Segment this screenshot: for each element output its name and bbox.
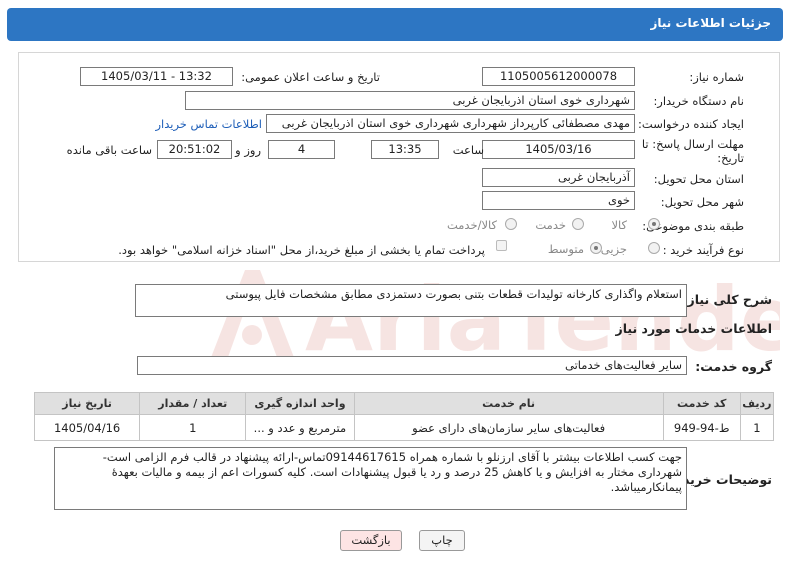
print-button[interactable]: چاپ (419, 530, 465, 551)
col-code: کد خدمت (662, 392, 741, 415)
process-label: نوع فرآیند خرید : (662, 243, 744, 257)
city-field: خوی (482, 191, 635, 210)
deadline-time-label: ساعت (452, 143, 484, 157)
days-label: روز و (235, 143, 261, 157)
deadline-time-field: 13:35 (371, 140, 439, 159)
province-label: استان محل تحویل: (653, 172, 744, 186)
category-radio-goods-service[interactable] (505, 218, 517, 230)
cell-code: ط-94-949 (662, 414, 741, 441)
process-radio-minor[interactable] (648, 242, 660, 254)
process-option-minor: جزیی (600, 242, 627, 256)
days-field: 4 (268, 140, 335, 159)
contact-buyer-link[interactable]: اطلاعات تماس خریدار (155, 117, 262, 131)
deadline-label-2: تاریخ: (717, 151, 744, 165)
page-header: جزئیات اطلاعات نیاز (7, 8, 783, 41)
services-table: ردیف کد خدمت نام خدمت واحد اندازه گیری ت… (33, 392, 775, 441)
treasury-checkbox[interactable] (496, 240, 507, 251)
table-header-row: ردیف کد خدمت نام خدمت واحد اندازه گیری ت… (33, 392, 775, 415)
province-field: آذربایجان غربی (482, 168, 635, 187)
buyer-notes-textarea: جهت کسب اطلاعات بیشتر با آقای ارزنلو با … (54, 447, 687, 510)
process-option-medium: متوسط (547, 242, 584, 256)
category-option-service: خدمت (535, 218, 566, 232)
cell-row: 1 (739, 414, 775, 441)
col-name: نام خدمت (353, 392, 664, 415)
col-qty: تعداد / مقدار (139, 392, 247, 415)
col-row: ردیف (739, 392, 775, 415)
process-radio-medium[interactable] (590, 242, 602, 254)
category-option-goods-service: کالا/خدمت (446, 218, 497, 232)
need-number-field: 1105005612000078 (482, 67, 635, 86)
creator-field: مهدی مصطفائی کارپرداز شهرداری شهرداری خو… (266, 114, 635, 133)
table-row: 1 ط-94-949 فعالیت‌های سایر سازمان‌های دا… (33, 414, 775, 441)
col-date: تاریخ نیاز (33, 392, 141, 415)
service-group-label: گروه خدمت: (695, 359, 772, 374)
category-radio-goods[interactable] (648, 218, 660, 230)
announce-field: 1405/03/11 - 13:32 (80, 67, 233, 86)
description-label: شرح کلی نیاز: (682, 292, 772, 307)
service-group-field: سایر فعالیت‌های خدماتی (137, 356, 687, 375)
remaining-label: ساعت باقی مانده (66, 143, 152, 157)
cell-qty: 1 (139, 414, 247, 441)
buyer-label: نام دستگاه خریدار: (653, 94, 744, 108)
services-section-title: اطلاعات خدمات مورد نیاز (615, 321, 773, 336)
col-unit: واحد اندازه گیری (245, 392, 355, 415)
deadline-date-field: 1405/03/16 (482, 140, 635, 159)
creator-label: ایجاد کننده درخواست: (638, 117, 744, 131)
page-title: جزئیات اطلاعات نیاز (650, 16, 771, 30)
description-textarea: استعلام واگذاری کارخانه تولیدات قطعات بت… (135, 284, 687, 317)
category-option-goods: کالا (611, 218, 627, 232)
remaining-time-field: 20:51:02 (157, 140, 232, 159)
cell-date: 1405/04/16 (33, 414, 141, 441)
announce-label: تاریخ و ساعت اعلان عمومی: (241, 70, 380, 84)
payment-note: پرداخت تمام یا بخشی از مبلغ خرید،از محل … (118, 243, 485, 257)
category-radio-service[interactable] (572, 218, 584, 230)
city-label: شهر محل تحویل: (660, 195, 744, 209)
cell-name: فعالیت‌های سایر سازمان‌های دارای عضو (353, 414, 664, 441)
need-number-label: شماره نیاز: (689, 70, 744, 84)
deadline-label: مهلت ارسال پاسخ: تا (641, 137, 744, 151)
buyer-field: شهرداری خوی استان اذربایجان غربی (185, 91, 635, 110)
cell-unit: مترمربع و عدد و ... (245, 414, 355, 441)
back-button[interactable]: بازگشت (340, 530, 402, 551)
